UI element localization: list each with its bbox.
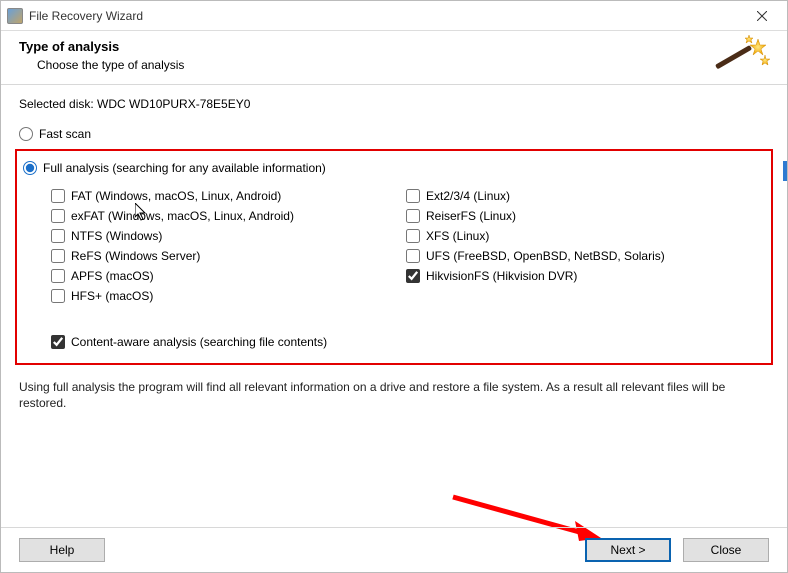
chk-hikvisionfs[interactable] <box>406 269 420 283</box>
app-icon <box>7 8 23 24</box>
chk-fat-label[interactable]: FAT (Windows, macOS, Linux, Android) <box>71 189 281 203</box>
chk-hfsplus-label[interactable]: HFS+ (macOS) <box>71 289 153 303</box>
radio-full-analysis-row: Full analysis (searching for any availab… <box>23 161 761 175</box>
radio-fast-scan-row: Fast scan <box>19 127 769 141</box>
chk-reiserfs-label[interactable]: ReiserFS (Linux) <box>426 209 516 223</box>
window-title: File Recovery Wizard <box>29 9 739 23</box>
chk-fat[interactable] <box>51 189 65 203</box>
radio-fast-scan[interactable] <box>19 127 33 141</box>
title-bar: File Recovery Wizard <box>1 1 787 31</box>
window-close-button[interactable] <box>739 1 785 31</box>
chk-refs-label[interactable]: ReFS (Windows Server) <box>71 249 200 263</box>
close-button[interactable]: Close <box>683 538 769 562</box>
right-edge-hint <box>783 161 787 181</box>
hint-text: Using full analysis the program will fin… <box>19 379 769 411</box>
chk-apfs-label[interactable]: APFS (macOS) <box>71 269 154 283</box>
chk-ntfs-label[interactable]: NTFS (Windows) <box>71 229 162 243</box>
chk-content-aware-label[interactable]: Content-aware analysis (searching file c… <box>71 335 327 349</box>
selected-disk-label: Selected disk: WDC WD10PURX-78E5EY0 <box>19 97 769 111</box>
chk-refs[interactable] <box>51 249 65 263</box>
wizard-body: Selected disk: WDC WD10PURX-78E5EY0 Fast… <box>1 85 787 411</box>
radio-full-analysis[interactable] <box>23 161 37 175</box>
page-subtitle: Choose the type of analysis <box>37 58 769 72</box>
filesystem-col-right: Ext2/3/4 (Linux) ReiserFS (Linux) XFS (L… <box>406 183 761 309</box>
chk-content-aware[interactable] <box>51 335 65 349</box>
next-button[interactable]: Next > <box>585 538 671 562</box>
chk-ufs[interactable] <box>406 249 420 263</box>
chk-ext-label[interactable]: Ext2/3/4 (Linux) <box>426 189 510 203</box>
wizard-wand-icon <box>711 33 771 81</box>
filesystem-col-left: FAT (Windows, macOS, Linux, Android) exF… <box>51 183 406 309</box>
close-icon <box>757 11 767 21</box>
chk-xfs-label[interactable]: XFS (Linux) <box>426 229 489 243</box>
filesystem-columns: FAT (Windows, macOS, Linux, Android) exF… <box>51 183 761 309</box>
help-button[interactable]: Help <box>19 538 105 562</box>
chk-ufs-label[interactable]: UFS (FreeBSD, OpenBSD, NetBSD, Solaris) <box>426 249 665 263</box>
page-title: Type of analysis <box>19 39 769 54</box>
chk-hikvisionfs-label[interactable]: HikvisionFS (Hikvision DVR) <box>426 269 577 283</box>
radio-full-analysis-label[interactable]: Full analysis (searching for any availab… <box>43 161 326 175</box>
wizard-header: Type of analysis Choose the type of anal… <box>1 31 787 85</box>
chk-exfat-label[interactable]: exFAT (Windows, macOS, Linux, Android) <box>71 209 294 223</box>
chk-apfs[interactable] <box>51 269 65 283</box>
wizard-footer: Help Next > Close <box>1 527 787 572</box>
chk-hfsplus[interactable] <box>51 289 65 303</box>
chk-reiserfs[interactable] <box>406 209 420 223</box>
chk-xfs[interactable] <box>406 229 420 243</box>
radio-fast-scan-label[interactable]: Fast scan <box>39 127 91 141</box>
chk-ext[interactable] <box>406 189 420 203</box>
full-analysis-highlight: Full analysis (searching for any availab… <box>15 149 773 365</box>
chk-exfat[interactable] <box>51 209 65 223</box>
chk-ntfs[interactable] <box>51 229 65 243</box>
